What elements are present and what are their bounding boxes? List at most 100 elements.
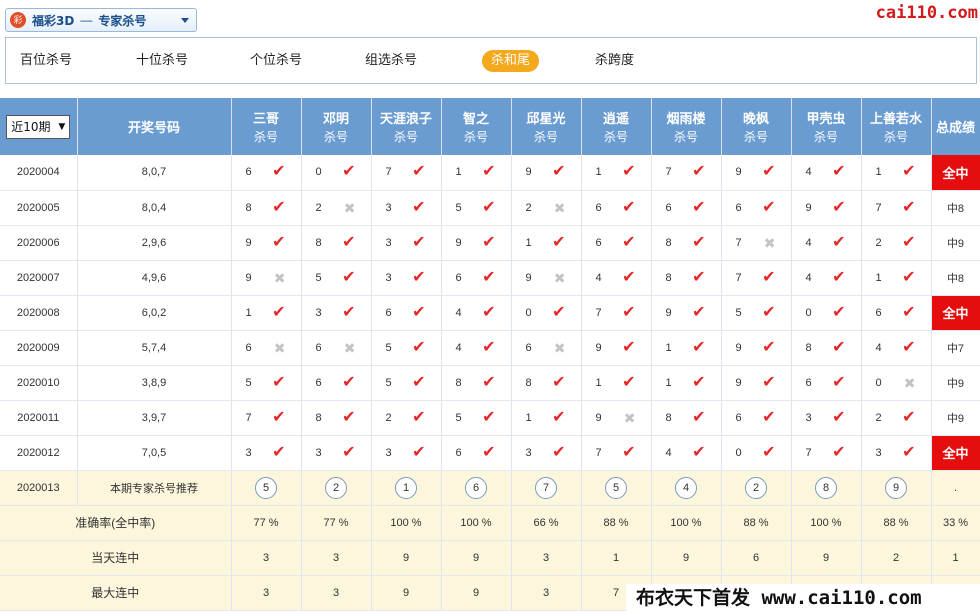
tab-group-kill[interactable]: 组选杀号 <box>365 50 417 72</box>
kill-cell: 4 ✔ <box>791 260 862 296</box>
kill-number: 1 <box>875 271 882 284</box>
expert-header[interactable]: 天涯浪子 杀号 <box>371 98 442 155</box>
kill-cell-content: 1 ✔ <box>582 164 651 180</box>
kill-number: 3 <box>385 236 392 249</box>
tab-units-kill[interactable]: 个位杀号 <box>250 50 302 72</box>
kill-cell: 6 ✔ <box>721 400 792 436</box>
kill-cell: 3 ✔ <box>791 400 862 436</box>
kill-cell-content: 7 ✔ <box>582 304 651 321</box>
check-icon: ✔ <box>342 163 356 181</box>
expert-header[interactable]: 晚枫 杀号 <box>721 98 792 155</box>
check-icon: ✔ <box>832 233 846 251</box>
kill-number: 3 <box>315 306 322 319</box>
expert-header[interactable]: 智之 杀号 <box>441 98 512 155</box>
stat-value-cell: 3 <box>301 575 372 611</box>
stat-total-cell: 1 <box>931 540 980 576</box>
kill-cell-content: 8 ✔ <box>442 374 511 391</box>
check-icon: ✔ <box>832 303 846 321</box>
tab-hundreds-kill[interactable]: 百位杀号 <box>20 50 72 72</box>
kill-cell-content: 8 ✔ <box>792 339 861 356</box>
kill-number: 9 <box>595 411 602 424</box>
table-row: 2020009 5,7,4 6 ✖ 6 ✖ 5 ✔ 4 ✔ 6 ✖ 9 ✔ 1 ✔ 9 ✔ 8 ✔ 4 ✔ 中7 <box>0 330 980 366</box>
lottery-type-dropdown[interactable]: 彩 福彩3D — 专家杀号 <box>5 8 197 32</box>
stat-value-cell: 3 <box>231 575 302 611</box>
kill-number: 6 <box>245 341 252 354</box>
tab-sum-tail-kill[interactable]: 杀和尾 <box>482 50 540 72</box>
check-icon: ✔ <box>832 268 846 286</box>
kill-cell: 9 ✔ <box>721 365 792 401</box>
kill-number: 7 <box>875 201 882 214</box>
kill-cell-content: 5 ✔ <box>442 408 511 426</box>
check-icon: ✔ <box>412 373 426 391</box>
kill-cell: 4 ✔ <box>861 330 932 366</box>
kill-number: 7 <box>665 166 672 179</box>
kill-number: 0 <box>735 446 742 459</box>
kill-cell: 9 ✔ <box>441 225 512 261</box>
kill-cell: 9 ✔ <box>651 295 722 331</box>
kill-cell-content: 1 ✔ <box>512 409 581 426</box>
kill-cell: 4 ✔ <box>441 330 512 366</box>
draw-number-cell: 3,8,9 <box>77 365 232 401</box>
recommend-number-circle: 7 <box>535 476 557 499</box>
expert-header[interactable]: 邓明 杀号 <box>301 98 372 155</box>
kill-cell-content: 5 ✔ <box>232 374 301 391</box>
check-icon: ✔ <box>692 303 706 321</box>
stat-value-cell: 100 % <box>441 505 512 541</box>
kill-number: 7 <box>735 236 742 249</box>
accuracy-row: 准确率(全中率) 77 % 77 % 100 % 100 % 66 % 88 % 100 % 8… <box>0 505 980 541</box>
kill-cell-content: 6 ✔ <box>722 409 791 426</box>
kill-cell-content: 1 ✔ <box>582 373 651 391</box>
stat-value-cell: 3 <box>511 540 582 576</box>
site-logo[interactable]: cai110.com <box>876 3 978 23</box>
cross-icon: ✖ <box>763 234 776 251</box>
kill-cell-content: 9 ✔ <box>512 164 581 180</box>
expert-header[interactable]: 烟雨楼 杀号 <box>651 98 722 155</box>
kill-cell: 8 ✔ <box>301 400 372 436</box>
kill-number: 2 <box>385 411 392 424</box>
kill-number: 2 <box>875 411 882 424</box>
kill-number: 9 <box>735 166 742 179</box>
kill-cell: 9 ✖ <box>581 400 652 436</box>
expert-header[interactable]: 三哥 杀号 <box>231 98 302 155</box>
top-bar: 彩 福彩3D — 专家杀号 cai110.com <box>0 0 980 36</box>
check-icon: ✔ <box>762 198 776 216</box>
kill-cell-content: 2 ✖ <box>302 201 371 215</box>
stat-value-cell: 9 <box>371 540 442 576</box>
tab-tens-kill[interactable]: 十位杀号 <box>136 50 188 72</box>
kill-number: 8 <box>805 341 812 354</box>
kill-number: 3 <box>875 446 882 459</box>
stat-value-cell: 100 % <box>371 505 442 541</box>
stat-value-cell: 1 <box>581 540 652 576</box>
expert-header[interactable]: 甲壳虫 杀号 <box>791 98 862 155</box>
check-icon: ✔ <box>622 373 636 391</box>
recommend-cell: 7 <box>511 470 582 506</box>
kill-number: 9 <box>665 306 672 319</box>
check-icon: ✔ <box>692 268 706 286</box>
cross-icon: ✖ <box>343 199 356 216</box>
kill-cell-content: 7 ✔ <box>862 199 931 216</box>
kill-cell-content: 8 ✔ <box>652 234 721 251</box>
check-icon: ✔ <box>902 408 916 426</box>
expert-header[interactable]: 上善若水 杀号 <box>861 98 932 155</box>
kill-cell: 6 ✖ <box>231 330 302 366</box>
kill-cell: 3 ✔ <box>511 435 582 471</box>
kill-number: 8 <box>455 376 462 389</box>
kill-cell: 7 ✖ <box>721 225 792 261</box>
expert-sub: 杀号 <box>603 130 628 144</box>
expert-header[interactable]: 邱星光 杀号 <box>511 98 582 155</box>
check-icon: ✔ <box>692 163 706 181</box>
kill-cell: 4 ✔ <box>791 155 862 191</box>
kill-number: 9 <box>735 376 742 389</box>
kill-cell: 2 ✖ <box>511 190 582 226</box>
tab-span-kill[interactable]: 杀跨度 <box>595 50 634 72</box>
period-range-select[interactable]: 近10期 <box>6 114 71 139</box>
check-icon: ✔ <box>692 338 706 356</box>
check-icon: ✔ <box>482 408 496 426</box>
period-cell: 2020010 <box>0 365 78 401</box>
total-result-cell: 全中 <box>931 435 980 471</box>
check-icon: ✔ <box>412 443 426 461</box>
expert-header[interactable]: 逍遥 杀号 <box>581 98 652 155</box>
kill-cell-content: 1 ✔ <box>862 164 931 180</box>
total-result-cell: 全中 <box>931 295 980 331</box>
kill-cell: 5 ✔ <box>441 400 512 436</box>
